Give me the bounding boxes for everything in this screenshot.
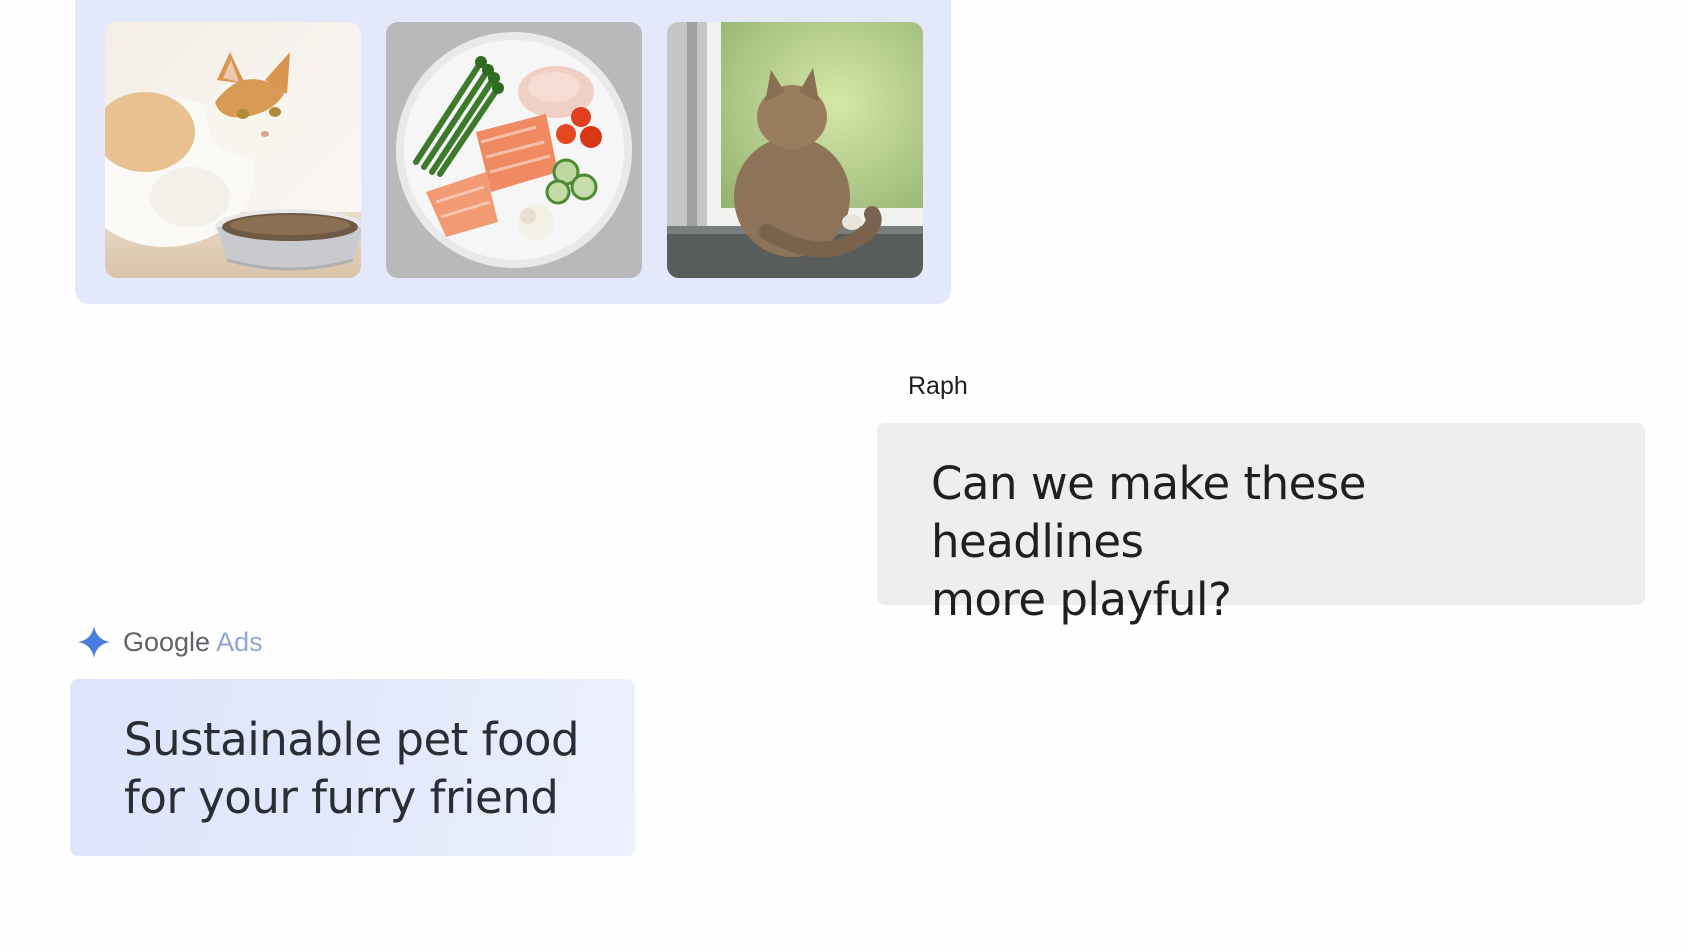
- gallery-image-cat-eating[interactable]: [105, 22, 361, 278]
- sender-name: Raph: [908, 372, 968, 400]
- assistant-name-google: Google: [123, 626, 211, 657]
- image-gallery: [75, 0, 951, 304]
- user-message-text: Can we make these headlines more playful…: [931, 457, 1366, 626]
- cat-window-image: [667, 22, 923, 278]
- user-message-bubble: Can we make these headlines more playful…: [877, 423, 1645, 626]
- assistant-name-ads: Ads: [210, 626, 263, 657]
- assistant-name: Google Ads: [123, 627, 263, 658]
- food-plate-image: [386, 22, 642, 278]
- cat-eating-image: [105, 22, 361, 278]
- gallery-image-food-plate[interactable]: [386, 22, 642, 278]
- assistant-message-bubble: Sustainable pet food for your furry frie…: [70, 679, 635, 856]
- assistant-message-text: Sustainable pet food for your furry frie…: [124, 713, 580, 824]
- chat-canvas: Raph Can we make these headlines more pl…: [0, 0, 1688, 949]
- gallery-image-cat-window[interactable]: [667, 22, 923, 278]
- sparkle-icon: [78, 626, 110, 658]
- assistant-header: Google Ads: [77, 624, 263, 660]
